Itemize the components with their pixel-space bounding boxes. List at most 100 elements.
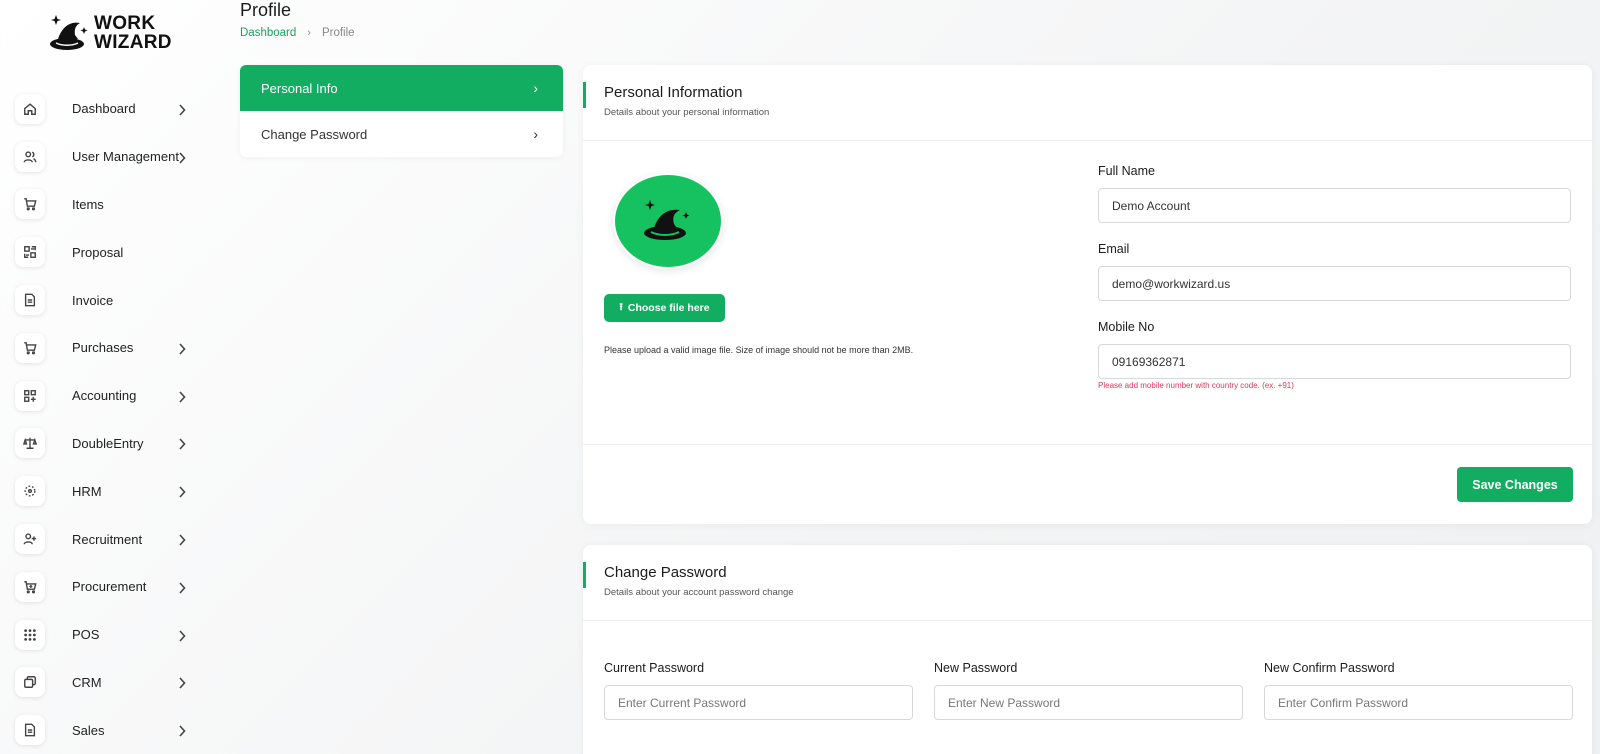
brand-line-2: WIZARD (94, 32, 172, 53)
mobile-hint: Please add mobile number with country co… (1098, 381, 1294, 390)
full-name-label: Full Name (1098, 164, 1155, 178)
upload-note: Please upload a valid image file. Size o… (604, 345, 914, 355)
sidebar-item-label: POS (72, 627, 100, 643)
target-icon (15, 476, 45, 507)
cart-icon (15, 189, 45, 220)
sidebar-menu: Dashboard User Management Items Proposal… (15, 85, 205, 754)
email-input[interactable] (1098, 266, 1571, 301)
chevron-right-icon (178, 342, 186, 355)
sidebar-item-label: Recruitment (72, 531, 143, 547)
sidebar-item-invoice[interactable]: Invoice (15, 276, 205, 324)
confirm-password-label: New Confirm Password (1264, 661, 1395, 675)
cart-add-icon (15, 571, 45, 602)
users-icon (15, 141, 45, 172)
sidebar-item-doubleentry[interactable]: DoubleEntry (15, 420, 205, 468)
file-icon (15, 715, 45, 746)
sidebar-item-pos[interactable]: POS (15, 611, 205, 659)
full-name-input[interactable] (1098, 188, 1571, 223)
upload-icon: ⭱ (619, 301, 623, 313)
mobile-label: Mobile No (1098, 320, 1155, 334)
sidebar-item-sales[interactable]: Sales (15, 706, 205, 754)
sidebar-item-label: Invoice (72, 292, 114, 308)
profile-tabs: Personal Info › Change Password › (240, 65, 563, 157)
card-header: Personal Information Details about your … (583, 65, 1592, 141)
proposal-icon (15, 237, 45, 268)
card-title: Change Password (604, 564, 727, 581)
card-header: Change Password Details about your accou… (583, 545, 1592, 621)
sidebar-item-label: Sales (72, 722, 105, 738)
breadcrumb-dashboard-link[interactable]: Dashboard (240, 27, 296, 39)
choose-file-button[interactable]: ⭱ Choose file here (604, 294, 725, 322)
current-password-label: Current Password (604, 661, 705, 675)
sidebar-item-dashboard[interactable]: Dashboard (15, 85, 205, 133)
chevron-right-icon (178, 581, 186, 594)
email-label: Email (1098, 242, 1130, 256)
sidebar-item-label: DoubleEntry (72, 435, 144, 451)
sidebar-item-purchases[interactable]: Purchases (15, 324, 205, 372)
card-subtitle: Details about your personal information (604, 107, 770, 118)
choose-file-label: Choose file here (627, 302, 710, 314)
breadcrumb-current: Profile (321, 27, 355, 39)
wizard-hat-icon (48, 13, 92, 53)
wizard-hat-icon (644, 200, 690, 240)
sidebar-item-label: Items (72, 196, 104, 212)
sidebar-item-label: Accounting (72, 388, 137, 404)
sidebar-item-label: Proposal (72, 244, 124, 260)
user-plus-icon (15, 524, 45, 555)
divider (583, 444, 1592, 445)
confirm-password-input[interactable] (1264, 685, 1573, 720)
new-password-label: New Password (934, 661, 1018, 675)
current-password-input[interactable] (604, 685, 913, 720)
change-password-card: Change Password Details about your accou… (583, 545, 1592, 754)
chevron-right-icon (178, 103, 186, 116)
chevron-right-icon (178, 676, 186, 689)
sidebar: WORK WIZARD Dashboard User Management It… (0, 0, 215, 754)
tab-personal-info[interactable]: Personal Info › (240, 65, 563, 111)
grid-plus-icon (15, 380, 45, 411)
chevron-right-icon: › (307, 27, 311, 39)
sidebar-item-user-management[interactable]: User Management (15, 133, 205, 181)
sidebar-item-hrm[interactable]: HRM (15, 467, 205, 515)
home-icon (15, 93, 45, 124)
accent-bar (583, 82, 586, 108)
avatar-image (615, 175, 721, 267)
layers-icon (15, 667, 45, 698)
brand-line-1: WORK (94, 13, 156, 34)
tab-change-password[interactable]: Change Password › (240, 111, 563, 157)
chevron-right-icon: › (533, 126, 538, 142)
tab-label: Change Password (261, 126, 368, 142)
sidebar-item-crm[interactable]: CRM (15, 659, 205, 707)
sidebar-item-label: HRM (72, 483, 102, 499)
file-icon (15, 285, 45, 316)
sidebar-item-proposal[interactable]: Proposal (15, 228, 205, 276)
sidebar-item-label: Purchases (72, 340, 134, 356)
new-password-input[interactable] (934, 685, 1243, 720)
sidebar-item-accounting[interactable]: Accounting (15, 372, 205, 420)
breadcrumb: Dashboard › Profile (240, 27, 355, 39)
cart-icon (15, 332, 45, 363)
scale-icon (15, 428, 45, 459)
chevron-right-icon (178, 485, 186, 498)
card-title: Personal Information (604, 84, 743, 101)
chevron-right-icon (178, 390, 186, 403)
save-changes-button[interactable]: Save Changes (1457, 467, 1573, 502)
chevron-right-icon (178, 533, 186, 546)
sidebar-item-recruitment[interactable]: Recruitment (15, 515, 205, 563)
chevron-right-icon (178, 437, 186, 451)
brand-name: WORK WIZARD (94, 14, 172, 52)
page-title: Profile (240, 0, 292, 20)
sidebar-item-label: CRM (72, 674, 102, 690)
dots-grid-icon (15, 619, 45, 650)
sidebar-item-procurement[interactable]: Procurement (15, 563, 205, 611)
tab-label: Personal Info (261, 80, 338, 96)
chevron-right-icon (178, 629, 186, 642)
brand-logo[interactable]: WORK WIZARD (48, 13, 172, 53)
chevron-right-icon (178, 724, 186, 737)
chevron-right-icon (178, 151, 186, 164)
chevron-right-icon: › (533, 80, 538, 96)
sidebar-item-items[interactable]: Items (15, 181, 205, 229)
personal-info-card: Personal Information Details about your … (583, 65, 1592, 524)
mobile-input[interactable] (1098, 344, 1571, 379)
card-subtitle: Details about your account password chan… (604, 587, 794, 598)
sidebar-item-label: Dashboard (72, 101, 136, 117)
